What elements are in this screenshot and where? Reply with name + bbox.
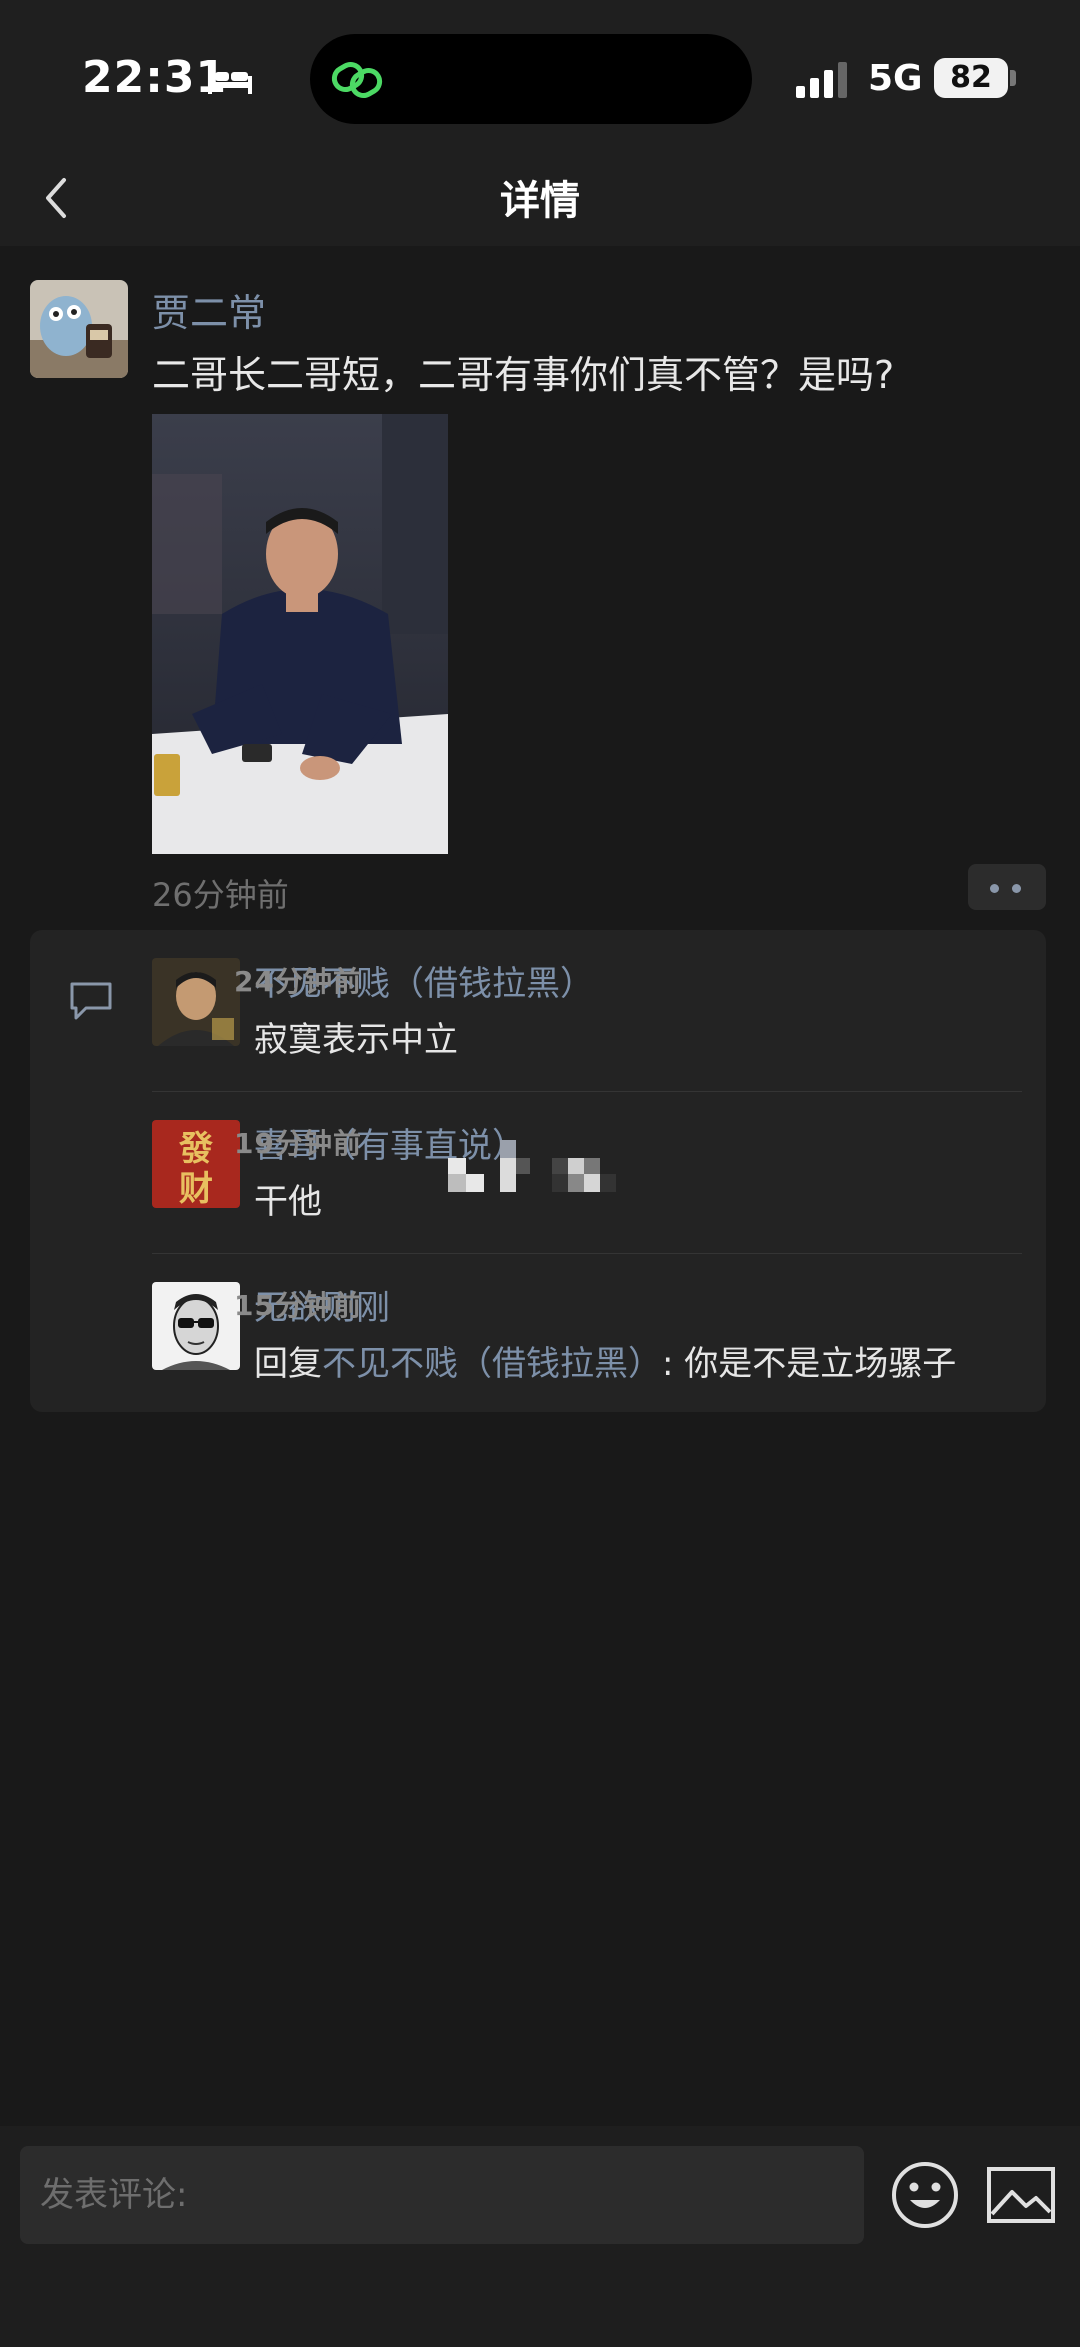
comment-time: 19分钟前 bbox=[234, 1127, 362, 1160]
bed-icon bbox=[208, 66, 252, 94]
image-icon[interactable] bbox=[986, 2166, 1056, 2224]
nav-bar: 详情 bbox=[0, 150, 1080, 246]
post-text: 二哥长二哥短，二哥有事你们真不管？是吗? bbox=[152, 353, 895, 397]
comment-time: 15分钟前 bbox=[234, 1289, 362, 1322]
status-bar: 22:31 5G 82 bbox=[0, 0, 1080, 150]
reply-target-name[interactable]: 不见不贱（借钱拉黑） bbox=[322, 1344, 662, 1384]
comment-item[interactable]: 无欲则刚 15分钟前 回复不见不贱（借钱拉黑）: 你是不是立场骡子 bbox=[152, 1254, 1022, 1416]
post-author-name[interactable]: 贾二常 bbox=[152, 282, 266, 337]
avatar-char-1: 發 bbox=[178, 1129, 213, 1169]
reply-prefix: 回复 bbox=[254, 1344, 322, 1384]
comment-text: 寂寞表示中立 bbox=[254, 1020, 458, 1060]
network-label: 5G bbox=[868, 58, 923, 99]
post-author-avatar[interactable] bbox=[30, 280, 128, 378]
post-photo[interactable] bbox=[152, 414, 448, 854]
more-icon[interactable] bbox=[968, 864, 1046, 910]
post-timestamp: 26分钟前 bbox=[152, 876, 289, 914]
commenter-avatar[interactable] bbox=[152, 1282, 240, 1370]
comment-input[interactable] bbox=[20, 2146, 864, 2244]
signal-icon bbox=[796, 62, 847, 98]
page-title: 详情 bbox=[500, 178, 580, 224]
comment-item[interactable]: 不见不贱（借钱拉黑） 24分钟前 寂寞表示中立 bbox=[152, 930, 1022, 1092]
comment-text: 回复不见不贱（借钱拉黑）: 你是不是立场骡子 bbox=[254, 1336, 956, 1385]
commenter-avatar[interactable]: 發 财 bbox=[152, 1120, 240, 1208]
emoji-icon[interactable] bbox=[890, 2160, 960, 2230]
comment-icon bbox=[70, 982, 112, 1020]
battery-level: 82 bbox=[934, 58, 1008, 98]
link-icon bbox=[331, 62, 383, 98]
comment-time: 24分钟前 bbox=[234, 965, 362, 998]
commenter-avatar[interactable] bbox=[152, 958, 240, 1046]
reply-body: : 你是不是立场骡子 bbox=[662, 1344, 957, 1384]
comment-text: 干他 bbox=[254, 1182, 322, 1222]
watermark-mosaic bbox=[448, 1140, 616, 1192]
battery-cap bbox=[1010, 70, 1016, 86]
comment-compose-bar bbox=[0, 2126, 1080, 2347]
avatar-char-2: 财 bbox=[179, 1169, 213, 1208]
